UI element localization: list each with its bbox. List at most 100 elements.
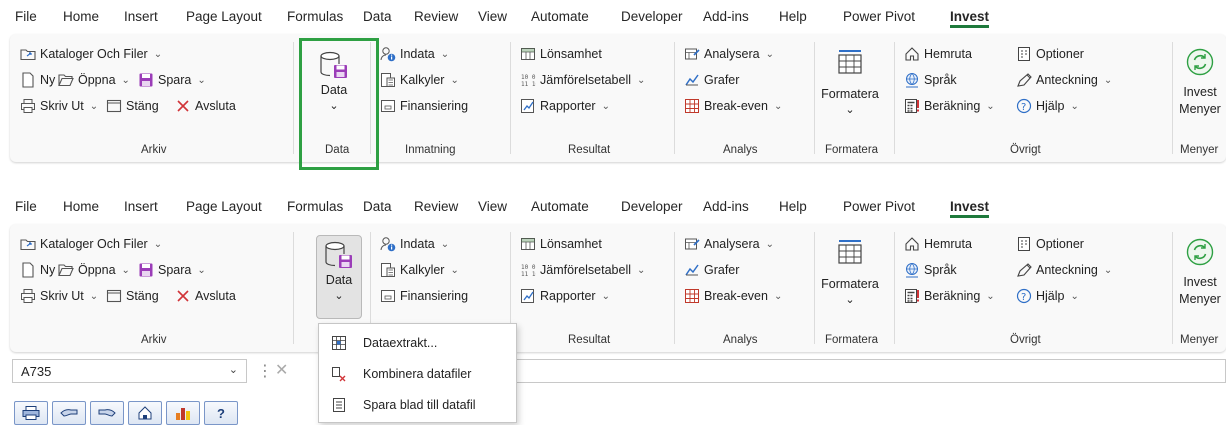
berakning-button[interactable]: Beräkning ⌄ [904, 286, 995, 306]
tab-add-ins[interactable]: Add-ins [703, 9, 749, 24]
break-even-button[interactable]: Break-even ⌄ [684, 286, 782, 306]
ny-button[interactable]: Ny [20, 260, 55, 280]
stang-button[interactable]: Stäng [106, 96, 159, 116]
tab-view[interactable]: View [478, 9, 507, 24]
spara-button[interactable]: Spara ⌄ [138, 260, 206, 280]
avsluta-button[interactable]: Avsluta [175, 286, 236, 306]
new-document-icon [20, 72, 36, 88]
spara-button[interactable]: Spara ⌄ [138, 70, 206, 90]
printer-icon[interactable] [14, 401, 48, 425]
tab-review[interactable]: Review [414, 199, 458, 214]
home-icon [904, 46, 920, 62]
tab-review[interactable]: Review [414, 9, 458, 24]
back-hand-icon[interactable] [52, 401, 86, 425]
kalkyler-button[interactable]: Kalkyler ⌄ [380, 260, 459, 280]
chevron-down-icon[interactable]: ⌄ [229, 363, 238, 376]
stang-button[interactable]: Stäng [106, 286, 159, 306]
tab-formulas[interactable]: Formulas [287, 199, 343, 214]
skriv-ut-button[interactable]: Skriv Ut ⌄ [20, 286, 98, 306]
user-info-icon [380, 236, 396, 252]
hemruta-button[interactable]: Hemruta [904, 234, 972, 254]
tab-formulas[interactable]: Formulas [287, 9, 343, 24]
tab-invest[interactable]: Invest [950, 9, 990, 28]
tab-invest[interactable]: Invest [950, 199, 990, 218]
tab-insert[interactable]: Insert [124, 199, 158, 214]
tab-file[interactable]: File [15, 9, 37, 24]
menu-item-kombinera-datafiler[interactable]: Kombinera datafiler [319, 359, 516, 389]
group-divider [1172, 42, 1173, 154]
jamforelsetabell-button[interactable]: 10 0111 10 Jämförelsetabell⌄ [520, 70, 645, 90]
tab-help[interactable]: Help [779, 199, 807, 214]
hemruta-button[interactable]: Hemruta [904, 44, 972, 64]
chevron-down-icon: ⌄ [1103, 264, 1113, 276]
tab-view[interactable]: View [478, 199, 507, 214]
analysera-button[interactable]: Analysera ⌄ [684, 234, 774, 254]
rapporter-button[interactable]: Rapporter ⌄ [520, 96, 610, 116]
rapporter-button[interactable]: Rapporter ⌄ [520, 286, 610, 306]
indata-button[interactable]: Indata ⌄ [380, 234, 449, 254]
sprak-button[interactable]: Språk [904, 70, 957, 90]
tab-automate[interactable]: Automate [531, 199, 589, 214]
anteckning-button[interactable]: Anteckning ⌄ [1016, 70, 1112, 90]
svg-text:10 01: 10 01 [521, 74, 536, 81]
forward-hand-icon[interactable] [90, 401, 124, 425]
tab-automate[interactable]: Automate [531, 9, 589, 24]
tab-developer[interactable]: Developer [621, 199, 683, 214]
indata-button[interactable]: Indata ⌄ [380, 44, 449, 64]
sprak-button[interactable]: Språk [904, 260, 957, 280]
data-button[interactable]: Data ⌄ [316, 50, 352, 112]
grafer-button[interactable]: Grafer [684, 70, 739, 90]
optioner-button[interactable]: Optioner [1016, 44, 1084, 64]
lonsamhet-button[interactable]: Lönsamhet [520, 44, 602, 64]
chart-icon[interactable] [166, 401, 200, 425]
formatera-button[interactable]: Formatera ⌄ [820, 48, 880, 116]
jamforelsetabell-button[interactable]: 10 0111 10 Jämförelsetabell⌄ [520, 260, 645, 280]
grafer-button[interactable]: Grafer [684, 260, 739, 280]
formatera-button[interactable]: Formatera ⌄ [820, 238, 880, 306]
tab-file[interactable]: File [15, 199, 37, 214]
tab-developer[interactable]: Developer [621, 9, 683, 24]
menu-item-dataextrakt[interactable]: Dataextrakt... [319, 328, 516, 358]
tab-data[interactable]: Data [363, 199, 392, 214]
optioner-button[interactable]: Optioner [1016, 234, 1084, 254]
tab-data[interactable]: Data [363, 9, 392, 24]
formula-input[interactable] [515, 359, 1226, 383]
home-icon[interactable] [128, 401, 162, 425]
lonsamhet-button[interactable]: Lönsamhet [520, 234, 602, 254]
tab-help[interactable]: Help [779, 9, 807, 24]
tab-add-ins[interactable]: Add-ins [703, 199, 749, 214]
analysera-button[interactable]: Analysera ⌄ [684, 44, 774, 64]
skriv-ut-button[interactable]: Skriv Ut ⌄ [20, 96, 98, 116]
chevron-down-icon: ⌄ [845, 294, 855, 306]
berakning-button[interactable]: Beräkning ⌄ [904, 96, 995, 116]
kataloger-button[interactable]: Kataloger Och Filer ⌄ [20, 44, 162, 64]
hjalp-button[interactable]: ? Hjälp ⌄ [1016, 286, 1079, 306]
help-icon[interactable]: ? [204, 401, 238, 425]
cancel-formula-icon[interactable]: ✕ [275, 360, 288, 380]
data-button[interactable]: Data ⌄ [321, 240, 357, 302]
tab-power-pivot[interactable]: Power Pivot [843, 9, 915, 24]
kalkyler-button[interactable]: Kalkyler ⌄ [380, 70, 459, 90]
tab-power-pivot[interactable]: Power Pivot [843, 199, 915, 214]
kataloger-button[interactable]: Kataloger Och Filer ⌄ [20, 234, 162, 254]
oppna-button[interactable]: Öppna ⌄ [58, 70, 130, 90]
finansiering-button[interactable]: Finansiering [380, 286, 468, 306]
svg-text:11 10: 11 10 [521, 81, 536, 88]
menu-item-spara-blad[interactable]: Spara blad till datafil [319, 390, 516, 420]
group-divider [1172, 232, 1173, 344]
ny-button[interactable]: Ny [20, 70, 55, 90]
finansiering-button[interactable]: Finansiering [380, 96, 468, 116]
oppna-button[interactable]: Öppna ⌄ [58, 260, 130, 280]
tab-home[interactable]: Home [63, 9, 99, 24]
avsluta-button[interactable]: Avsluta [175, 96, 236, 116]
tab-home[interactable]: Home [63, 199, 99, 214]
tab-page-layout[interactable]: Page Layout [186, 199, 262, 214]
tab-page-layout[interactable]: Page Layout [186, 9, 262, 24]
invest-menyer-button[interactable]: Invest Menyer [1176, 48, 1224, 118]
anteckning-button[interactable]: Anteckning ⌄ [1016, 260, 1112, 280]
break-even-button[interactable]: Break-even ⌄ [684, 96, 782, 116]
name-box[interactable]: A735 ⌄ [12, 359, 247, 383]
tab-insert[interactable]: Insert [124, 9, 158, 24]
invest-menyer-button[interactable]: Invest Menyer [1176, 238, 1224, 308]
hjalp-button[interactable]: ? Hjälp ⌄ [1016, 96, 1079, 116]
